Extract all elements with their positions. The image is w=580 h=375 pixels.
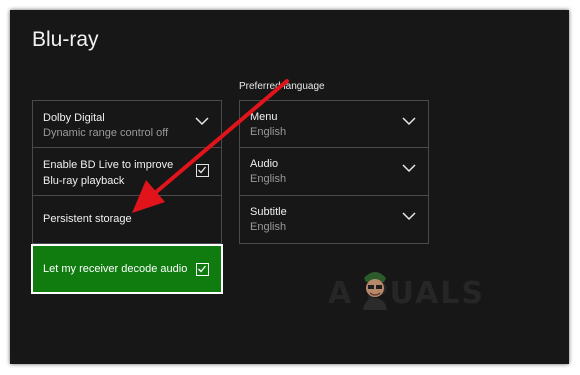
dropdown-label: Audio bbox=[250, 158, 279, 170]
setting-label: Dolby Digital bbox=[43, 112, 105, 124]
page-title: Blu-ray bbox=[32, 28, 99, 51]
checkmark-icon bbox=[198, 166, 207, 174]
chevron-down-icon bbox=[402, 117, 416, 126]
setting-label: Persistent storage bbox=[43, 213, 132, 225]
setting-value: Dynamic range control off bbox=[43, 127, 169, 139]
chevron-down-icon bbox=[402, 164, 416, 173]
settings-window: Blu-ray Dolby Digital Dynamic range cont… bbox=[10, 10, 569, 364]
bd-live-checkbox[interactable] bbox=[196, 164, 209, 177]
dolby-digital-setting[interactable]: Dolby Digital Dynamic range control off bbox=[32, 100, 222, 148]
dropdown-label: Subtitle bbox=[250, 206, 287, 218]
persistent-storage-setting[interactable]: Persistent storage bbox=[32, 196, 222, 244]
receiver-decode-checkbox[interactable] bbox=[196, 263, 209, 276]
setting-label: Let my receiver decode audio bbox=[43, 263, 188, 275]
dropdown-label: Menu bbox=[250, 111, 278, 123]
dropdown-value: English bbox=[250, 173, 287, 185]
mascot-logo-icon bbox=[363, 272, 387, 310]
watermark-text: A PUALS bbox=[328, 276, 486, 311]
preferred-language-heading: Preferred language bbox=[239, 81, 325, 92]
receiver-decode-audio-setting[interactable]: Let my receiver decode audio bbox=[31, 244, 223, 294]
dropdown-value: English bbox=[250, 126, 287, 138]
chevron-down-icon bbox=[402, 212, 416, 221]
bd-live-setting[interactable]: Enable BD Live to improve Blu-ray playba… bbox=[32, 148, 222, 196]
subtitle-language-dropdown[interactable]: Subtitle English bbox=[239, 196, 429, 244]
checkmark-icon bbox=[198, 265, 207, 273]
audio-language-dropdown[interactable]: Audio English bbox=[239, 148, 429, 196]
menu-language-dropdown[interactable]: Menu English bbox=[239, 100, 429, 148]
setting-label: Enable BD Live to improve Blu-ray playba… bbox=[43, 159, 174, 187]
dropdown-value: English bbox=[250, 221, 287, 233]
chevron-down-icon bbox=[195, 117, 209, 126]
